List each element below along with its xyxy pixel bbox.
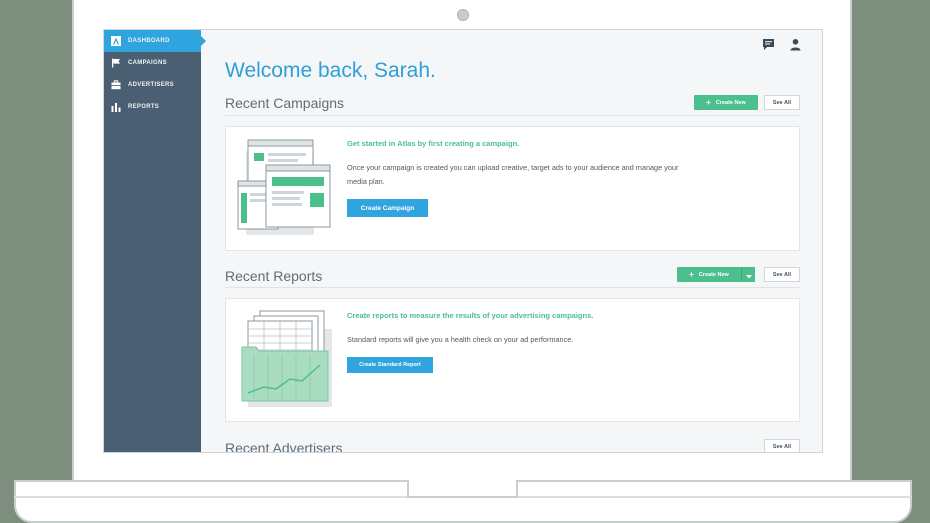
advertisers-section-title: Recent Advertisers — [225, 440, 343, 453]
create-campaign-new-button[interactable]: + Create New — [694, 95, 758, 110]
sidebar-item-label: DASHBOARD — [128, 38, 170, 44]
laptop-hinge-notch — [407, 480, 518, 498]
campaigns-see-all-button[interactable]: See All — [764, 95, 800, 110]
caret-down-icon — [745, 266, 752, 284]
plus-icon: + — [689, 270, 694, 279]
chat-icon[interactable] — [762, 38, 775, 51]
flag-icon — [111, 58, 121, 68]
create-standard-report-button[interactable]: Create Standard Report — [347, 357, 433, 373]
sidebar-item-label: REPORTS — [128, 104, 160, 110]
create-report-new-button[interactable]: + Create New — [677, 267, 741, 282]
section-divider — [225, 115, 800, 116]
campaigns-card-text: Once your campaign is created you can up… — [347, 163, 679, 186]
campaigns-empty-card: Get started in Atlas by first creating a… — [225, 126, 800, 251]
sidebar-item-reports[interactable]: REPORTS — [104, 96, 201, 118]
create-report-dropdown-button[interactable] — [741, 267, 755, 282]
plus-icon: + — [706, 98, 711, 107]
app-screen: DASHBOARD CAMPAIGNS ADVERTISERS REPORTS — [103, 29, 823, 453]
main-content: Welcome back, Sarah. Recent Campaigns + … — [201, 30, 822, 453]
page-title: Welcome back, Sarah. — [225, 59, 436, 82]
reports-empty-card: Create reports to measure the results of… — [225, 298, 800, 422]
campaign-pages-illustration — [236, 137, 336, 242]
bar-chart-icon — [111, 102, 121, 112]
header-actions — [762, 38, 802, 51]
create-new-label: Create New — [715, 99, 746, 106]
reports-see-all-button[interactable]: See All — [764, 267, 800, 282]
sidebar-item-dashboard[interactable]: DASHBOARD — [104, 30, 206, 52]
sidebar-item-label: ADVERTISERS — [128, 82, 174, 88]
report-folder-illustration — [236, 309, 336, 414]
campaigns-card-heading: Get started in Atlas by first creating a… — [347, 139, 520, 148]
reports-card-heading: Create reports to measure the results of… — [347, 311, 594, 320]
briefcase-icon — [111, 80, 121, 90]
sidebar-item-campaigns[interactable]: CAMPAIGNS — [104, 52, 201, 74]
section-divider — [225, 287, 800, 288]
sidebar: DASHBOARD CAMPAIGNS ADVERTISERS REPORTS — [104, 30, 206, 452]
user-icon[interactable] — [789, 38, 802, 51]
atlas-logo-icon — [111, 36, 121, 46]
campaigns-section-title: Recent Campaigns — [225, 95, 345, 111]
create-campaign-button[interactable]: Create Campaign — [347, 199, 428, 217]
reports-card-text: Standard reports will give you a health … — [347, 335, 574, 344]
webcam — [457, 9, 469, 21]
sidebar-item-label: CAMPAIGNS — [128, 60, 167, 66]
reports-section-title: Recent Reports — [225, 268, 323, 284]
create-new-label: Create New — [698, 271, 729, 278]
sidebar-item-advertisers[interactable]: ADVERTISERS — [104, 74, 201, 96]
advertisers-see-all-button[interactable]: See All — [764, 439, 800, 452]
